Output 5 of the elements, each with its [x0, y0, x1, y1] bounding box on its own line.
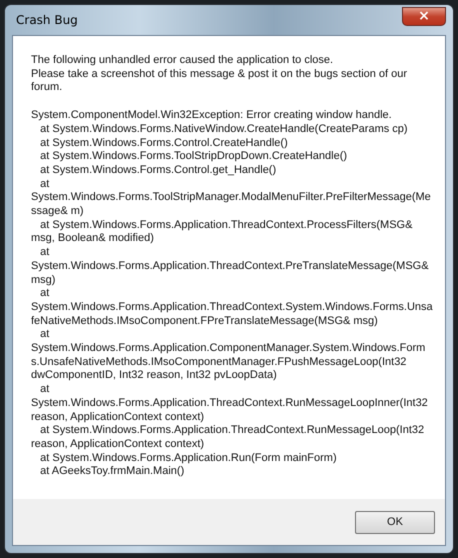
- close-button[interactable]: ×: [402, 6, 446, 26]
- stack-trace: System.ComponentModel.Win32Exception: Error creating window handle. at System.Windows.Forms.NativeWindow.CreateHandle(CreateParams cp) at System.Windows.Forms.Control.CreateHandle() at System.Windows.Forms.ToolStripDropDown.CreateHandle() at System.Windows.Forms.Control.get_Handle() at System.Windows.Forms.ToolStripManager.ModalMenuFilter.PreFilterMessage(Me ssage& m) at System.Windows.Forms.Application.ThreadContext.ProcessFilters(MSG& msg, Boolean& modified) at System.Windows.Forms.Application.ThreadContext.PreTranslateMessage(MSG& msg) at System.Windows.Forms.Application.ThreadContext.System.Windows.Forms.Unsa feNativeMethods.IMsoComponent.FPreTranslateMessage(MSG& msg) at System.Windows.Forms.Application.ComponentManager.System.Windows.Form s.UnsafeNativeMethods.IMsoComponentManager.FPushMessageLoop(Int32 dwComponentID, Int32 reason, Int32 pvLoopData) at System.Windows.Forms.Application.ThreadContext.RunMessageLoopInner(Int32 reason, ApplicationContext context) at System.Windows.Forms.Application.ThreadContext.RunMessageLoop(Int32 reason, ApplicationContext context) at System.Windows.Forms.Application.Run(Form mainForm) at AGeeksToy.frmMain.Main(): [31, 109, 434, 480]
- ok-button[interactable]: OK: [355, 510, 435, 534]
- error-message: The following unhandled error caused the application to close. Please take a screenshot of this message & post it on the bugs section of our forum.: [31, 54, 408, 96]
- window-title: Crash Bug: [15, 13, 79, 27]
